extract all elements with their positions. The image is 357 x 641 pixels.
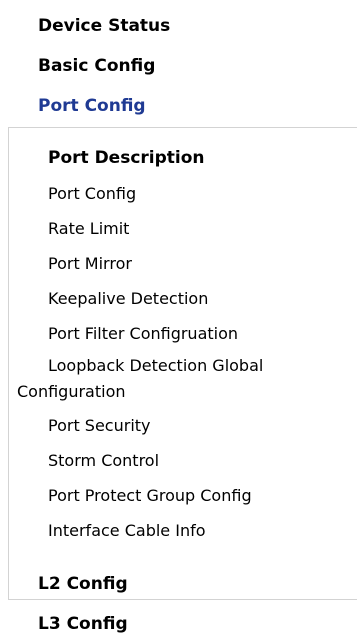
submenu-item-loopback-line2: Configuration — [17, 382, 126, 401]
port-config-submenu: Port Description Port Config Rate Limit … — [8, 127, 357, 600]
nav-item-device-status[interactable]: Device Status — [38, 16, 170, 36]
submenu-item-rate-limit[interactable]: Rate Limit — [48, 219, 129, 238]
submenu-item-port-filter-configruation[interactable]: Port Filter Configruation — [48, 324, 238, 343]
submenu-item-storm-control[interactable]: Storm Control — [48, 451, 159, 470]
submenu-item-keepalive-detection[interactable]: Keepalive Detection — [48, 289, 208, 308]
nav-item-l3-config[interactable]: L3 Config — [38, 614, 128, 634]
submenu-item-loopback-detection-global-configuration[interactable]: Loopback Detection Global Configuration — [17, 353, 264, 405]
submenu-item-loopback-line1: Loopback Detection Global — [48, 356, 264, 375]
submenu-item-port-mirror[interactable]: Port Mirror — [48, 254, 132, 273]
submenu-item-interface-cable-info[interactable]: Interface Cable Info — [48, 521, 206, 540]
submenu-item-port-security[interactable]: Port Security — [48, 416, 151, 435]
submenu-item-port-config[interactable]: Port Config — [48, 184, 136, 203]
nav-item-basic-config[interactable]: Basic Config — [38, 56, 155, 76]
submenu-item-port-protect-group-config[interactable]: Port Protect Group Config — [48, 486, 252, 505]
nav-item-port-config[interactable]: Port Config — [38, 96, 146, 116]
nav-item-l2-config[interactable]: L2 Config — [38, 574, 128, 594]
submenu-item-port-description[interactable]: Port Description — [48, 148, 205, 168]
